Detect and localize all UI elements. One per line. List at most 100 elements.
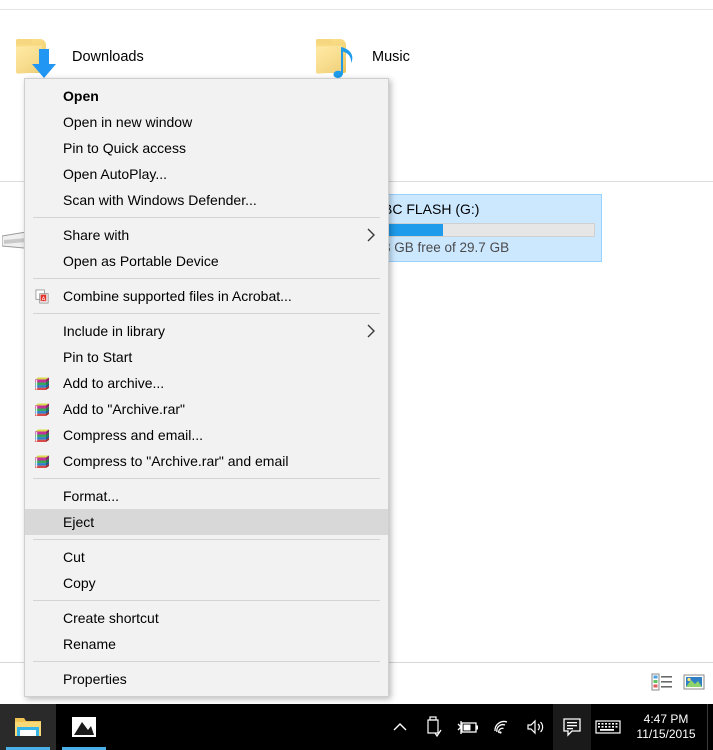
menu-item-scan-with-windows-defender[interactable]: Scan with Windows Defender...: [25, 187, 388, 213]
menu-separator: [33, 600, 380, 601]
winrar-icon: [33, 400, 51, 418]
folder-label: Music: [372, 49, 410, 65]
menu-separator: [33, 313, 380, 314]
menu-item-label: Add to "Archive.rar": [63, 401, 185, 417]
folder-tile-music[interactable]: Music: [314, 30, 410, 84]
menu-separator: [33, 661, 380, 662]
details-view-button[interactable]: [651, 672, 673, 692]
menu-item-open-as-portable-device[interactable]: Open as Portable Device: [25, 248, 388, 274]
taskbar-app-photos[interactable]: [56, 704, 112, 750]
desktop-screen: Downloads Music BC FLASH (G:) 3 GB free …: [0, 0, 713, 750]
volume-button[interactable]: [519, 704, 553, 750]
usb-drive-icon: [427, 716, 442, 738]
menu-item-add-to-archive[interactable]: Add to archive...: [25, 370, 388, 396]
keyboard-icon: [595, 720, 621, 734]
menu-item-open-in-new-window[interactable]: Open in new window: [25, 109, 388, 135]
menu-item-label: Add to archive...: [63, 375, 165, 391]
show-hidden-icons-button[interactable]: [383, 704, 417, 750]
action-center-button[interactable]: [553, 704, 591, 750]
file-explorer-icon: [15, 718, 41, 736]
menu-item-label: Share with: [63, 227, 130, 243]
photos-icon: [72, 717, 96, 737]
touch-keyboard-button[interactable]: [591, 704, 625, 750]
acrobat-icon: A: [33, 287, 51, 305]
menu-item-rename[interactable]: Rename: [25, 631, 388, 657]
menu-item-label: Properties: [63, 671, 127, 687]
menu-item-compress-and-email[interactable]: Compress and email...: [25, 422, 388, 448]
menu-item-label: Include in library: [63, 323, 165, 339]
system-tray: 4:47 PM 11/15/2015: [383, 704, 713, 750]
battery-button[interactable]: [451, 704, 485, 750]
menu-item-pin-to-quick-access[interactable]: Pin to Quick access: [25, 135, 388, 161]
menu-item-label: Create shortcut: [63, 610, 159, 626]
menu-item-label: Open AutoPlay...: [63, 166, 168, 182]
winrar-icon: [33, 452, 51, 470]
context-menu[interactable]: Open Open in new window Pin to Quick acces…: [24, 78, 389, 697]
menu-item-label: Open in new window: [63, 114, 193, 130]
folder-downloads-icon: [14, 37, 60, 78]
drive-tile-bc-flash[interactable]: BC FLASH (G:) 3 GB free of 29.7 GB: [372, 194, 602, 262]
chevron-up-icon: [393, 723, 407, 731]
winrar-icon: [33, 374, 51, 392]
menu-item-open[interactable]: Open: [25, 83, 388, 109]
notification-icon: [563, 718, 581, 737]
menu-separator: [33, 278, 380, 279]
menu-item-label: Eject: [63, 514, 95, 530]
folder-music-icon: [314, 37, 360, 78]
view-toggle-group: [651, 672, 705, 692]
menu-item-label: Scan with Windows Defender...: [63, 192, 257, 208]
battery-charging-icon: [457, 721, 478, 734]
menu-item-label: Pin to Start: [63, 349, 133, 365]
winrar-icon: [35, 377, 49, 390]
menu-item-format[interactable]: Format...: [25, 483, 388, 509]
large-icons-view-button[interactable]: [683, 672, 705, 692]
menu-item-label: Open as Portable Device: [63, 253, 219, 269]
explorer-content-area: Downloads Music BC FLASH (G:) 3 GB free …: [0, 0, 713, 704]
menu-item-label: Cut: [63, 549, 85, 565]
acrobat-icon: A: [35, 289, 48, 303]
music-note-icon: [333, 47, 353, 78]
menu-item-share-with[interactable]: Share with: [25, 222, 388, 248]
menu-item-label: Compress to "Archive.rar" and email: [63, 453, 289, 469]
menu-item-open-autoplay[interactable]: Open AutoPlay...: [25, 161, 388, 187]
menu-item-cut[interactable]: Cut: [25, 544, 388, 570]
menu-item-label: Pin to Quick access: [63, 140, 186, 156]
menu-item-properties[interactable]: Properties: [25, 666, 388, 692]
menu-separator: [33, 217, 380, 218]
menu-item-label: Combine supported files in Acrobat...: [63, 288, 292, 304]
large-icons-view-icon: [683, 674, 705, 690]
safely-remove-hardware-button[interactable]: [417, 704, 451, 750]
show-desktop-button[interactable]: [707, 704, 713, 750]
divider-top: [0, 9, 713, 10]
taskbar-app-file-explorer[interactable]: [0, 704, 56, 750]
menu-item-label: Rename: [63, 636, 116, 652]
wifi-icon: [494, 720, 508, 734]
taskbar: 4:47 PM 11/15/2015: [0, 704, 713, 750]
speaker-icon: [527, 719, 544, 735]
submenu-chevron-icon: [367, 324, 375, 338]
menu-item-compress-to-archive-rar-and-email[interactable]: Compress to "Archive.rar" and email: [25, 448, 388, 474]
winrar-icon: [33, 426, 51, 444]
download-arrow-icon: [32, 49, 56, 78]
clock-date: 11/15/2015: [636, 727, 696, 741]
network-button[interactable]: [485, 704, 519, 750]
drive-free-space-label: 3 GB free of 29.7 GB: [383, 240, 510, 255]
menu-item-copy[interactable]: Copy: [25, 570, 388, 596]
menu-item-pin-to-start[interactable]: Pin to Start: [25, 344, 388, 370]
menu-item-add-to-archive-rar[interactable]: Add to "Archive.rar": [25, 396, 388, 422]
menu-item-create-shortcut[interactable]: Create shortcut: [25, 605, 388, 631]
menu-item-combine-supported-files-in-acrobat[interactable]: A Combine supported files in Acrobat...: [25, 283, 388, 309]
submenu-chevron-icon: [367, 228, 375, 242]
drive-capacity-fill: [384, 224, 443, 236]
drive-name-label: BC FLASH (G:): [383, 201, 480, 217]
menu-item-label: Format...: [63, 488, 120, 504]
taskbar-clock[interactable]: 4:47 PM 11/15/2015: [625, 704, 707, 750]
menu-separator: [33, 478, 380, 479]
drive-capacity-bar: [383, 223, 595, 237]
menu-separator: [33, 539, 380, 540]
details-view-icon: [651, 673, 672, 691]
folder-tile-downloads[interactable]: Downloads: [14, 30, 144, 84]
menu-item-eject[interactable]: Eject: [25, 509, 388, 535]
menu-item-include-in-library[interactable]: Include in library: [25, 318, 388, 344]
menu-item-label: Compress and email...: [63, 427, 204, 443]
